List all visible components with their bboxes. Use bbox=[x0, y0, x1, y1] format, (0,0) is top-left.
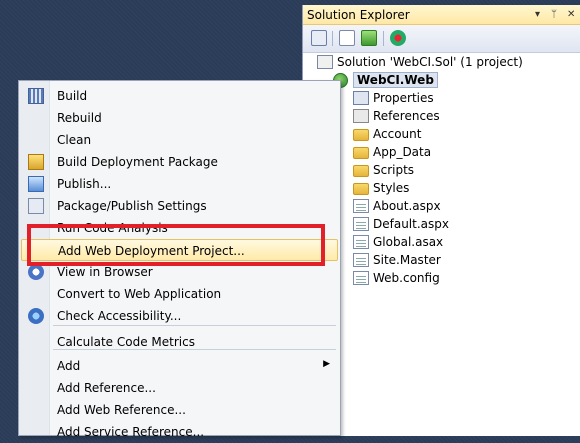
tree-node-label: Default.aspx bbox=[373, 217, 449, 231]
tree-node-item[interactable]: About.aspx bbox=[353, 197, 553, 215]
build-icon bbox=[28, 88, 44, 104]
menu-item-label: Add Service Reference... bbox=[57, 425, 205, 439]
file-icon bbox=[353, 271, 369, 285]
build-deployment-package-icon bbox=[28, 154, 44, 170]
menu-item-package-publish-settings[interactable]: Package/Publish Settings bbox=[21, 195, 338, 217]
tree-node-item[interactable]: Styles bbox=[353, 179, 553, 197]
tree-node-item[interactable]: Properties bbox=[353, 89, 553, 107]
tree-node-item[interactable]: Scripts bbox=[353, 161, 553, 179]
tree-node-label: Properties bbox=[373, 91, 434, 105]
menu-item-label: Check Accessibility... bbox=[57, 309, 182, 323]
menu-item-rebuild[interactable]: Rebuild bbox=[21, 107, 338, 129]
file-icon bbox=[353, 199, 369, 213]
menu-item-label: Convert to Web Application bbox=[57, 287, 222, 301]
toolbar-separator bbox=[332, 31, 333, 46]
dropdown-icon[interactable]: ▾ bbox=[535, 9, 540, 20]
class-diagram-icon[interactable] bbox=[390, 30, 406, 46]
menu-item-label: Publish... bbox=[57, 177, 112, 191]
tree-node-label: References bbox=[373, 109, 440, 123]
check-accessibility-icon bbox=[28, 308, 44, 324]
menu-item-label: Rebuild bbox=[57, 111, 102, 125]
publish-icon bbox=[28, 176, 44, 192]
tree-node-label: About.aspx bbox=[373, 199, 441, 213]
references-icon bbox=[353, 109, 369, 123]
folder-icon bbox=[353, 129, 369, 141]
tree-node-label: WebCI.Web bbox=[353, 72, 438, 88]
menu-item-clean[interactable]: Clean bbox=[21, 129, 338, 151]
menu-item-convert-to-web-application[interactable]: Convert to Web Application bbox=[21, 283, 338, 305]
menu-item-build[interactable]: Build bbox=[21, 85, 338, 107]
show-all-files-icon[interactable] bbox=[311, 30, 327, 46]
tree-node-label: Account bbox=[373, 127, 422, 141]
tree-node-item[interactable]: Default.aspx bbox=[353, 215, 553, 233]
solution-icon bbox=[317, 55, 333, 69]
tree-node-label: App_Data bbox=[373, 145, 432, 159]
solution-explorer-toolbar bbox=[303, 25, 580, 53]
tree-node-label: Web.config bbox=[373, 271, 440, 285]
menu-item-publish[interactable]: Publish... bbox=[21, 173, 338, 195]
highlight-annotation-box bbox=[27, 224, 325, 266]
tree-node-label: Styles bbox=[373, 181, 410, 195]
view-in-browser-icon bbox=[28, 264, 44, 280]
tree-node-item[interactable]: App_Data bbox=[353, 143, 553, 161]
menu-item-label: Add Web Reference... bbox=[57, 403, 186, 417]
close-icon[interactable]: ✕ bbox=[567, 9, 575, 20]
panel-title: Solution Explorer bbox=[307, 8, 410, 22]
menu-item-build-deployment-package[interactable]: Build Deployment Package bbox=[21, 151, 338, 173]
pin-icon[interactable]: ᛘ bbox=[551, 9, 557, 20]
tree-node-label: Site.Master bbox=[373, 253, 441, 267]
properties-icon[interactable] bbox=[339, 30, 355, 46]
menu-item-label: Calculate Code Metrics bbox=[57, 335, 195, 349]
submenu-arrow-icon: ▶ bbox=[323, 359, 330, 369]
menu-item-label: Build bbox=[57, 89, 88, 103]
folder-icon bbox=[353, 165, 369, 177]
tree-node-item[interactable]: References bbox=[353, 107, 553, 125]
refresh-icon[interactable] bbox=[361, 30, 377, 46]
tree-node-item[interactable]: Global.asax bbox=[353, 233, 553, 251]
folder-icon bbox=[353, 183, 369, 195]
menu-item-label: Clean bbox=[57, 133, 92, 147]
menu-item-label: Add bbox=[57, 359, 81, 373]
menu-item-label: Add Reference... bbox=[57, 381, 156, 395]
tree-node-label: Scripts bbox=[373, 163, 415, 177]
menu-item-add-service-reference[interactable]: Add Service Reference... bbox=[21, 421, 338, 443]
solution-explorer-panel: Solution Explorer ▾ ᛘ ✕ Solution 'WebCI.… bbox=[302, 5, 580, 436]
tree-node-label: Solution 'WebCI.Sol' (1 project) bbox=[337, 55, 523, 69]
tree-node-item[interactable]: Account bbox=[353, 125, 553, 143]
solution-explorer-titlebar: Solution Explorer ▾ ᛘ ✕ bbox=[303, 5, 580, 25]
folder-icon bbox=[353, 147, 369, 159]
toolbar-separator bbox=[383, 31, 384, 46]
file-icon bbox=[353, 217, 369, 231]
menu-item-check-accessibility[interactable]: Check Accessibility... bbox=[21, 305, 338, 327]
tree-node-project[interactable]: WebCI.Web bbox=[333, 71, 533, 89]
tree-node-item[interactable]: Site.Master bbox=[353, 251, 553, 269]
menu-item-add[interactable]: Add ▶ bbox=[21, 355, 338, 377]
tree-node-label: Global.asax bbox=[373, 235, 444, 249]
menu-separator bbox=[53, 325, 336, 326]
file-icon bbox=[353, 235, 369, 249]
tree-node-solution[interactable]: Solution 'WebCI.Sol' (1 project) bbox=[317, 53, 577, 71]
menu-item-label: Build Deployment Package bbox=[57, 155, 218, 169]
properties-icon bbox=[353, 91, 369, 105]
menu-separator bbox=[53, 349, 336, 350]
tree-node-item[interactable]: Web.config bbox=[353, 269, 553, 287]
menu-item-add-web-reference[interactable]: Add Web Reference... bbox=[21, 399, 338, 421]
package-settings-icon bbox=[28, 198, 44, 214]
menu-item-label: Package/Publish Settings bbox=[57, 199, 207, 213]
file-icon bbox=[353, 253, 369, 267]
menu-item-add-reference[interactable]: Add Reference... bbox=[21, 377, 338, 399]
menu-item-label: View in Browser bbox=[57, 265, 153, 279]
